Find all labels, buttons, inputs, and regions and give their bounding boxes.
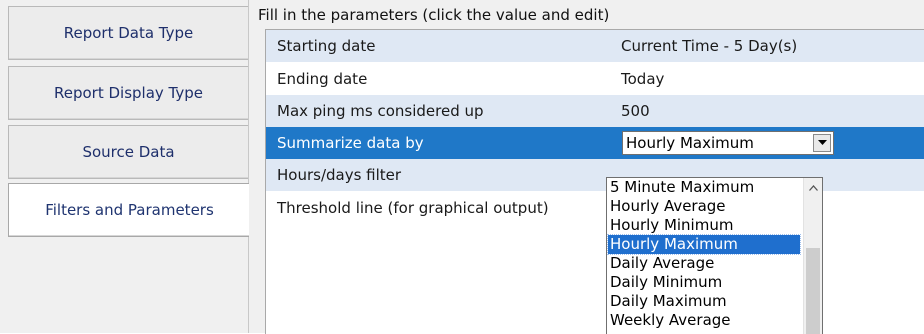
tab-label: Filters and Parameters [45,201,214,219]
parameters-grid: Starting date Current Time - 5 Day(s) En… [265,29,924,334]
dropdown-option[interactable]: Hourly Minimum [608,216,800,235]
param-row-max-ping[interactable]: Max ping ms considered up 500 [266,95,924,127]
dropdown-arrow-button[interactable] [813,134,831,152]
param-label: Summarize data by [277,134,424,152]
dropdown-scrollbar[interactable] [803,178,822,334]
param-label: Starting date [277,37,376,55]
param-row-summarize[interactable]: Summarize data by Hourly Maximum [266,127,924,159]
dropdown-option[interactable]: 5 Minute Maximum [608,178,800,197]
chevron-down-icon [817,140,827,145]
tab-label: Report Data Type [63,24,194,42]
summarize-combobox[interactable]: Hourly Maximum [622,131,834,155]
tab-source-data[interactable]: Source Data [8,125,248,179]
combo-selected-value: Hourly Maximum [626,134,754,152]
tab-report-display-type[interactable]: Report Display Type [8,66,248,120]
param-value[interactable]: Current Time - 5 Day(s) [621,37,797,55]
param-row-ending-date[interactable]: Ending date Today [266,63,924,95]
dropdown-option-selected[interactable]: Hourly Maximum [607,234,801,255]
tab-report-data-type[interactable]: Report Data Type [8,6,248,60]
summarize-dropdown-list[interactable]: 5 Minute Maximum Hourly Average Hourly M… [606,177,823,334]
param-value[interactable]: 500 [621,102,650,120]
param-row-threshold[interactable]: Threshold line (for graphical output) [266,192,924,224]
scroll-up-arrow-icon[interactable] [804,180,822,196]
dropdown-option[interactable]: Hourly Average [608,197,800,216]
dropdown-option[interactable]: Daily Average [608,254,800,273]
parameters-pane: Fill in the parameters (click the value … [249,0,924,334]
param-label: Hours/days filter [277,166,402,184]
instructions-text: Fill in the parameters (click the value … [258,6,610,24]
param-label: Threshold line (for graphical output) [277,199,549,217]
tab-label: Source Data [82,143,175,161]
param-label: Ending date [277,70,368,88]
scrollbar-thumb[interactable] [806,248,820,334]
param-value[interactable]: Today [621,70,664,88]
tab-label: Report Display Type [53,84,203,102]
dropdown-option[interactable]: Daily Minimum [608,273,800,292]
param-row-hours-filter[interactable]: Hours/days filter [266,159,924,191]
dropdown-option[interactable]: Daily Maximum [608,292,800,311]
param-row-starting-date[interactable]: Starting date Current Time - 5 Day(s) [266,30,924,62]
tab-panel: Report Data Type Report Display Type Sou… [0,0,250,333]
tab-filters-and-parameters[interactable]: Filters and Parameters [8,183,250,237]
dropdown-option[interactable]: Weekly Average [608,311,800,330]
param-label: Max ping ms considered up [277,102,484,120]
